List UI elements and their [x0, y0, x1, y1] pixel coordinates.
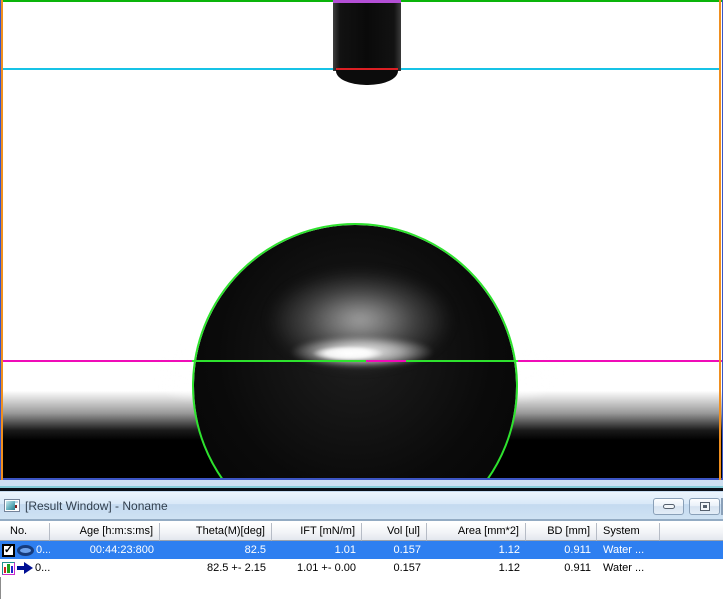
fit-circle-overlay: [192, 223, 518, 480]
left-frame-line: [1, 0, 3, 480]
row2-no: 0...: [35, 559, 50, 577]
row2-no-cell: 0...: [0, 559, 50, 577]
row1-theta: 82.5: [160, 541, 272, 559]
row2-theta: 82.5 +- 2.15: [160, 559, 272, 577]
header-area[interactable]: Area [mm*2]: [427, 523, 526, 541]
header-bd[interactable]: BD [mm]: [526, 523, 597, 541]
right-frame-line: [719, 0, 721, 480]
row2-area: 1.12: [427, 559, 526, 577]
needle-tip-marker: [336, 68, 398, 70]
checkbox[interactable]: ✓: [2, 544, 15, 557]
restore-icon: [700, 502, 710, 511]
needle-tip: [336, 70, 398, 85]
row2-age: [50, 559, 160, 577]
result-window-title: [Result Window] - Noname: [25, 499, 168, 513]
row1-no-cell: ✓ 0...: [0, 541, 50, 559]
row2-bd: 0.911: [526, 559, 597, 577]
minimize-icon: [663, 504, 675, 509]
image-border-bottom: [0, 478, 723, 480]
row1-system: Water ...: [597, 541, 660, 559]
result-window-icon: [4, 499, 20, 512]
table-row[interactable]: ✓ 0... 00:44:23:800 82.5 1.01 0.157 1.12…: [0, 541, 723, 559]
camera-view: [0, 0, 723, 480]
bar-chart-icon: [2, 562, 15, 575]
row1-vol: 0.157: [362, 541, 427, 559]
header-age[interactable]: Age [h:m:s:ms]: [50, 523, 160, 541]
row2-vol: 0.157: [362, 559, 427, 577]
table-row[interactable]: 0... 82.5 +- 2.15 1.01 +- 0.00 0.157 1.1…: [0, 559, 723, 577]
row2-system: Water ...: [597, 559, 660, 577]
row2-ift: 1.01 +- 0.00: [272, 559, 362, 577]
header-theta[interactable]: Theta(M)[deg]: [160, 523, 272, 541]
row1-ift: 1.01: [272, 541, 362, 559]
row1-no: 0...: [36, 541, 50, 559]
needle: [333, 0, 401, 71]
header-filler: [660, 523, 723, 541]
result-window-titlebar[interactable]: [Result Window] - Noname: [0, 492, 723, 521]
row1-area: 1.12: [427, 541, 526, 559]
minimize-button[interactable]: [653, 498, 684, 515]
needle-top-marker: [333, 0, 401, 3]
restore-button[interactable]: [689, 498, 720, 515]
header-no[interactable]: No.: [0, 523, 50, 541]
table-empty-area: [0, 577, 723, 599]
arrow-right-icon: [17, 562, 33, 574]
row1-bd: 0.911: [526, 541, 597, 559]
header-system[interactable]: System: [597, 523, 660, 541]
eye-icon: [17, 545, 34, 556]
header-vol[interactable]: Vol [ul]: [362, 523, 427, 541]
contact-angle-app: [Result Window] - Noname No. Age [h:m:s:…: [0, 0, 723, 599]
row1-age: 00:44:23:800: [50, 541, 160, 559]
table-header-row: No. Age [h:m:s:ms] Theta(M)[deg] IFT [mN…: [0, 523, 723, 541]
header-ift[interactable]: IFT [mN/m]: [272, 523, 362, 541]
